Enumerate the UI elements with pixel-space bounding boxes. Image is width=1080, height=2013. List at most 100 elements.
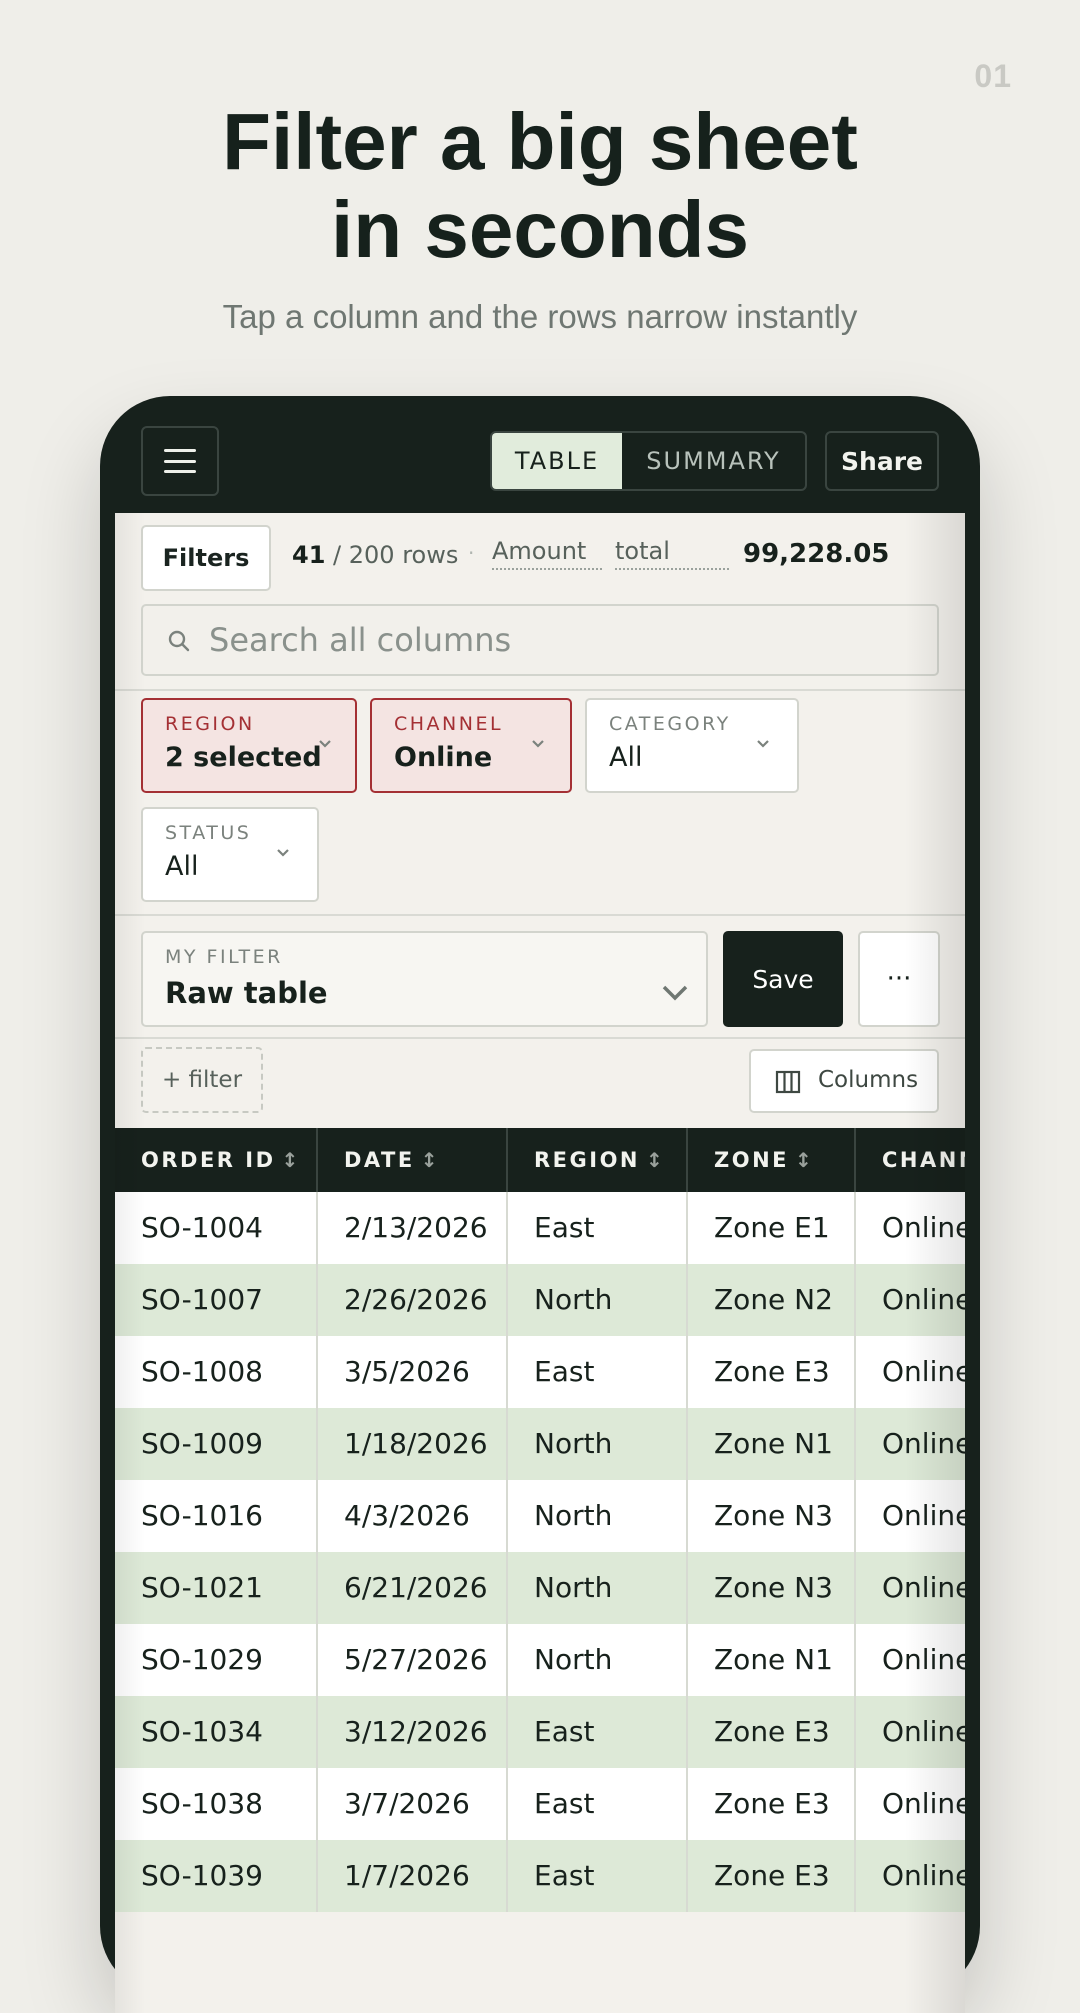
filter-chip-status[interactable]: STATUS All [141,807,319,902]
hamburger-icon [164,449,196,473]
table-cell: 4/3/2026 [318,1480,508,1552]
chip-label: CHANNEL [394,713,504,735]
table-row[interactable]: SO-1021 6/21/2026 North Zone N3 Online [115,1552,965,1624]
table-cell: 3/7/2026 [318,1768,508,1840]
table-cell: 1/18/2026 [318,1408,508,1480]
table-cell: North [508,1480,688,1552]
phone-frame: TABLE SUMMARY Share Filters 41 / 200 row… [100,396,980,2013]
table-cell: Online [882,1427,965,1460]
rows-shown: 41 [292,541,326,569]
table-row[interactable]: SO-1007 2/26/2026 North Zone N2 Online [115,1264,965,1336]
columns-button[interactable]: Columns [749,1049,939,1113]
table-cell: North [508,1552,688,1624]
column-header-date[interactable]: DATE ↕ [318,1128,508,1192]
table-cell: Online [882,1499,965,1532]
table-cell: 6/21/2026 [318,1552,508,1624]
table-row[interactable]: SO-1029 5/27/2026 North Zone N1 Online [115,1624,965,1696]
filter-chip-channel[interactable]: CHANNEL Online [370,698,572,793]
save-button[interactable]: Save [723,931,843,1027]
table-cell: SO-1009 [115,1408,318,1480]
columns-icon [775,1070,801,1094]
column-header-channel[interactable]: CHANNEL [856,1128,965,1192]
metric-field-select[interactable]: Amount [492,537,602,570]
column-header-order-id[interactable]: ORDER ID ↕ [115,1128,318,1192]
table-row[interactable]: SO-1004 2/13/2026 East Zone E1 Online [115,1192,965,1264]
table-cell: SO-1039 [115,1840,318,1912]
table-cell: Online [882,1355,965,1388]
table-cell: SO-1016 [115,1480,318,1552]
menu-button[interactable] [141,426,219,496]
table-cell: North [508,1408,688,1480]
table-cell: SO-1034 [115,1696,318,1768]
table-cell: Zone N2 [688,1264,856,1336]
column-header-label: REGION [534,1148,640,1172]
hero-title: Filter a big sheet in seconds [0,98,1080,274]
table-cell: SO-1029 [115,1624,318,1696]
search-placeholder: Search all columns [209,621,512,659]
sort-icon: ↕ [281,1148,299,1172]
table-row[interactable]: SO-1008 3/5/2026 East Zone E3 Online [115,1336,965,1408]
table-cell: Online [882,1283,965,1316]
table-cell: Zone E1 [688,1192,856,1264]
table-row[interactable]: SO-1016 4/3/2026 North Zone N3 Online [115,1480,965,1552]
chip-value: Online [394,742,493,773]
page-number: 01 [974,58,1012,94]
chip-label: CATEGORY [609,713,731,735]
hero-title-line-1: Filter a big sheet [222,97,858,186]
column-header-label: ORDER ID [141,1148,276,1172]
table-cell: East [508,1192,688,1264]
table-cell: SO-1007 [115,1264,318,1336]
chevron-down-icon [662,985,688,1001]
metric-aggregate-select[interactable]: total [615,537,729,570]
more-options-button[interactable]: ··· [858,931,940,1027]
table-row[interactable]: SO-1038 3/7/2026 East Zone E3 Online [115,1768,965,1840]
filter-chip-category[interactable]: CATEGORY All [585,698,799,793]
table-cell: Online [882,1571,965,1604]
table-cell: 2/26/2026 [318,1264,508,1336]
chip-label: STATUS [165,822,252,844]
saved-filter-select[interactable]: MY FILTER Raw table [141,931,708,1027]
table-row[interactable]: SO-1034 3/12/2026 East Zone E3 Online [115,1696,965,1768]
table-cell: Online [882,1211,965,1244]
share-button[interactable]: Share [825,431,939,491]
tab-table[interactable]: TABLE [492,433,622,489]
chevron-down-icon [757,740,769,748]
table-cell: 3/5/2026 [318,1336,508,1408]
divider [115,1037,965,1039]
table-cell: Online [882,1787,965,1820]
table-cell: SO-1021 [115,1552,318,1624]
sort-icon: ↕ [795,1148,812,1172]
add-filter-button[interactable]: + filter [141,1047,263,1113]
table-row[interactable]: SO-1009 1/18/2026 North Zone N1 Online [115,1408,965,1480]
columns-label: Columns [818,1067,919,1093]
table-cell: North [508,1264,688,1336]
view-toggle: TABLE SUMMARY [490,431,807,491]
table-cell: SO-1008 [115,1336,318,1408]
chevron-down-icon [532,740,544,748]
table-cell: North [508,1624,688,1696]
divider [115,689,965,691]
filters-button[interactable]: Filters [141,525,271,591]
table-cell: Zone N1 [688,1408,856,1480]
column-header-label: DATE [344,1148,415,1172]
saved-filter-value: Raw table [165,976,328,1010]
chip-value: All [609,742,643,773]
chip-label: REGION [165,713,255,735]
rows-total: / 200 rows [325,541,459,569]
table-row[interactable]: SO-1039 1/7/2026 East Zone E3 Online [115,1840,965,1912]
column-header-label: ZONE [714,1148,789,1172]
search-input[interactable]: Search all columns [141,604,939,676]
table-cell: East [508,1696,688,1768]
tab-summary[interactable]: SUMMARY [622,433,805,489]
hero-subtitle: Tap a column and the rows narrow instant… [222,298,858,335]
column-header-zone[interactable]: ZONE ↕ [688,1128,856,1192]
table-cell: Zone N1 [688,1624,856,1696]
search-icon [168,630,190,652]
table-cell: East [508,1336,688,1408]
table-cell: 5/27/2026 [318,1624,508,1696]
filter-chip-region[interactable]: REGION 2 selected [141,698,357,793]
column-header-region[interactable]: REGION ↕ [508,1128,688,1192]
sort-icon: ↕ [420,1148,438,1172]
table-cell: Zone E3 [688,1768,856,1840]
table-cell: Online [882,1715,965,1748]
